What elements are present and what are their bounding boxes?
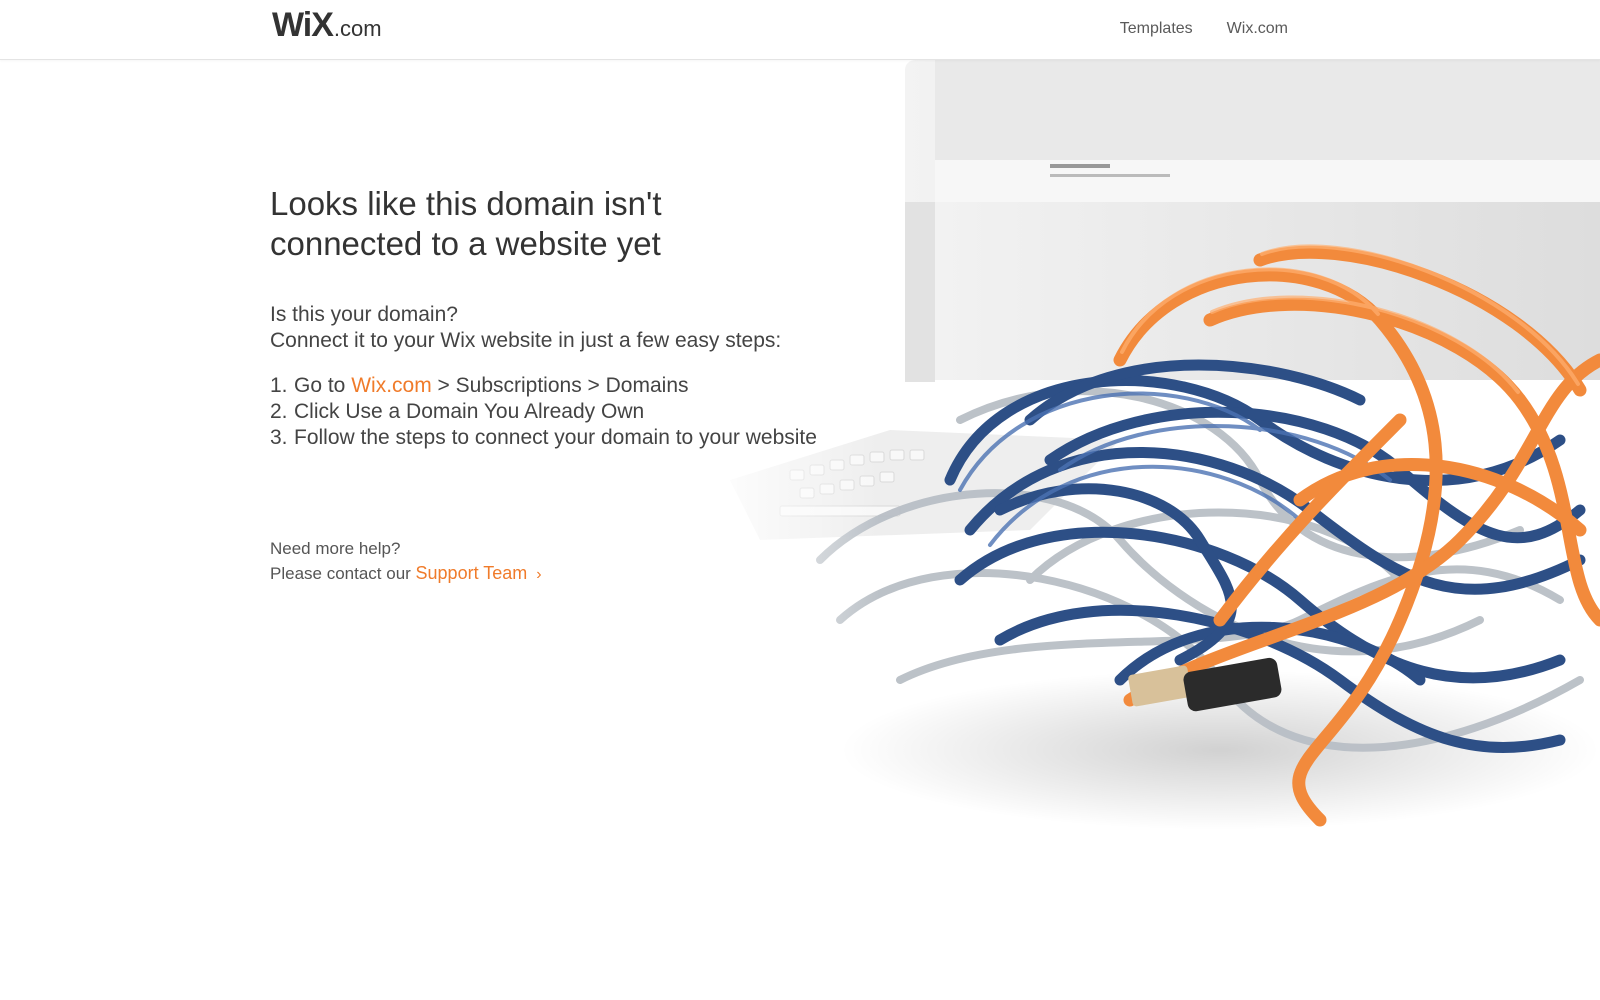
step-text: Go to (294, 374, 352, 397)
step-text: > Subscriptions > Domains (431, 374, 689, 397)
logo-wordmark: WiX (272, 6, 334, 44)
top-nav: Templates Wix.com (1120, 20, 1288, 38)
help-contact: Please contact our Support Team › (270, 561, 542, 587)
main-content: Looks like this domain isn't connected t… (270, 184, 817, 472)
step-number: 2. (270, 400, 288, 423)
step-1: 1. Go to Wix.com > Subscriptions > Domain… (270, 373, 817, 399)
nav-wix-com[interactable]: Wix.com (1227, 20, 1288, 38)
monitor-shape (905, 60, 1600, 382)
help-title: Need more help? (270, 539, 401, 558)
wix-com-link[interactable]: Wix.com (351, 374, 432, 397)
connect-instructions: Connect it to your Wix website in just a… (270, 329, 782, 352)
wix-logo[interactable]: WiX .com (272, 8, 382, 42)
support-team-link[interactable]: Support Team (416, 563, 528, 583)
step-text: Follow the steps to connect your domain … (294, 426, 817, 449)
tangled-cables-illustration (700, 60, 1600, 860)
nav-templates[interactable]: Templates (1120, 20, 1193, 38)
help-section: Need more help? Please contact our Suppo… (270, 536, 542, 587)
page-title: Looks like this domain isn't connected t… (270, 184, 730, 264)
page-title-line-1: Looks like this domain isn't (270, 185, 662, 222)
header: WiX .com Templates Wix.com (0, 0, 1600, 60)
step-number: 3. (270, 426, 288, 449)
page-title-line-2: connected to a website yet (270, 225, 661, 262)
chevron-right-icon[interactable]: › (536, 566, 541, 583)
steps-list: 1. Go to Wix.com > Subscriptions > Domain… (270, 373, 817, 451)
domain-intro: Is this your domain? Connect it to your … (270, 302, 817, 354)
page: WiX .com Templates Wix.com Looks like th… (0, 0, 1600, 1000)
step-3: 3. Follow the steps to connect your domai… (270, 425, 817, 451)
step-2: 2. Click Use a Domain You Already Own (270, 399, 817, 425)
domain-question: Is this your domain? (270, 303, 458, 326)
step-text: Click Use a Domain You Already Own (294, 400, 645, 423)
help-prefix: Please contact our (270, 564, 416, 583)
logo-suffix: .com (333, 16, 382, 41)
step-number: 1. (270, 374, 288, 397)
